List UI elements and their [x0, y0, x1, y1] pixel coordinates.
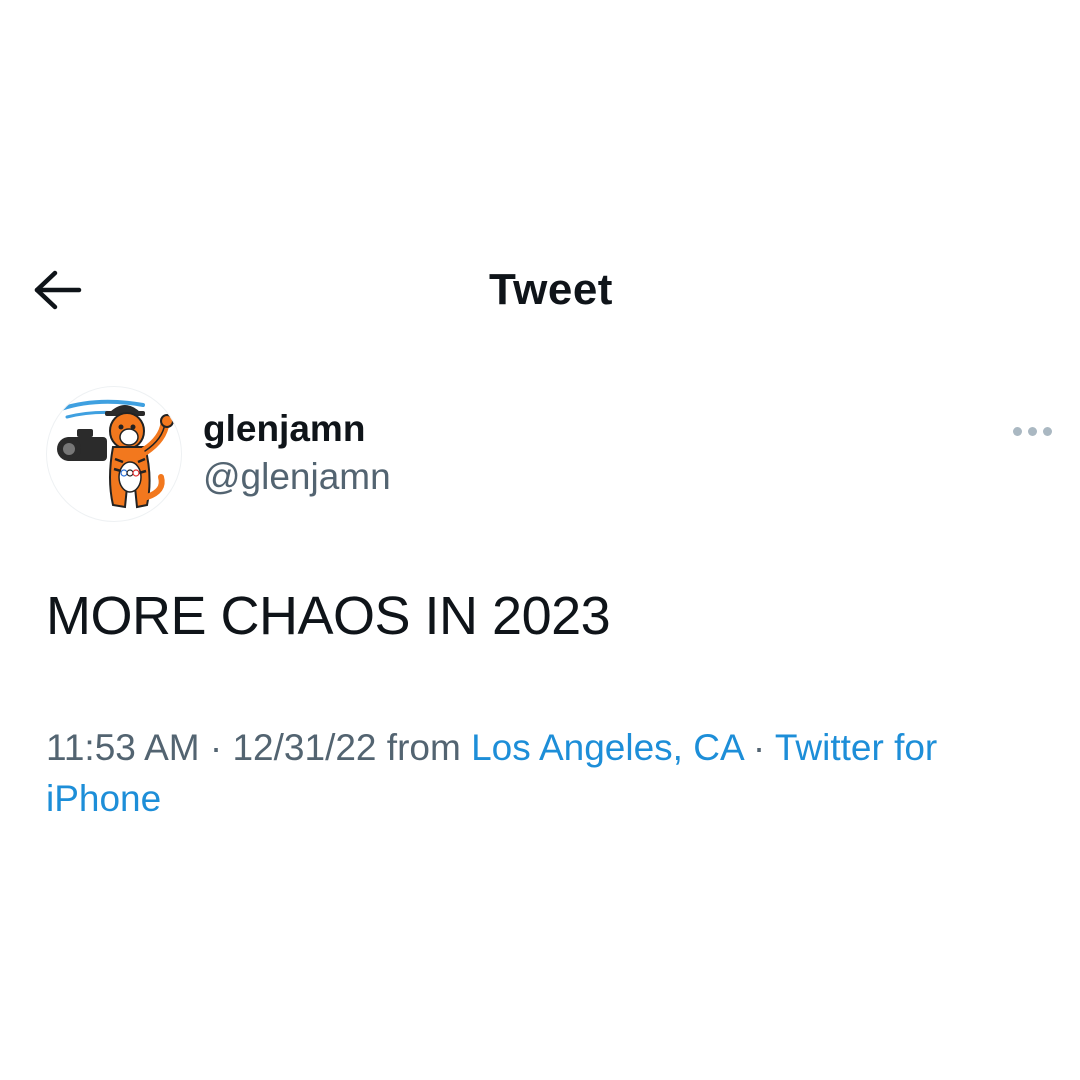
author-handle[interactable]: @glenjamn [203, 454, 391, 500]
meta-separator: · [742, 727, 775, 768]
meta-separator: · [199, 727, 233, 768]
more-options-button[interactable] [1004, 414, 1060, 448]
tweet-text: MORE CHAOS IN 2023 [46, 586, 611, 646]
more-dot [1027, 426, 1037, 436]
more-dot [1042, 426, 1052, 436]
from-label: from [376, 727, 472, 768]
author-display-name[interactable]: glenjamn [203, 406, 365, 452]
avatar[interactable] [46, 386, 182, 522]
tiger-mascot-avatar [57, 399, 174, 509]
tweet-date: 12/31/22 [232, 727, 377, 768]
tweet-metadata: 11:53 AM · 12/31/22 from Los Angeles, CA… [46, 722, 1046, 824]
more-horizontal-icon [1012, 426, 1022, 436]
tweet-time: 11:53 AM [46, 727, 200, 768]
page-title: Tweet [489, 265, 613, 314]
location-link[interactable]: Los Angeles, CA [471, 727, 743, 768]
